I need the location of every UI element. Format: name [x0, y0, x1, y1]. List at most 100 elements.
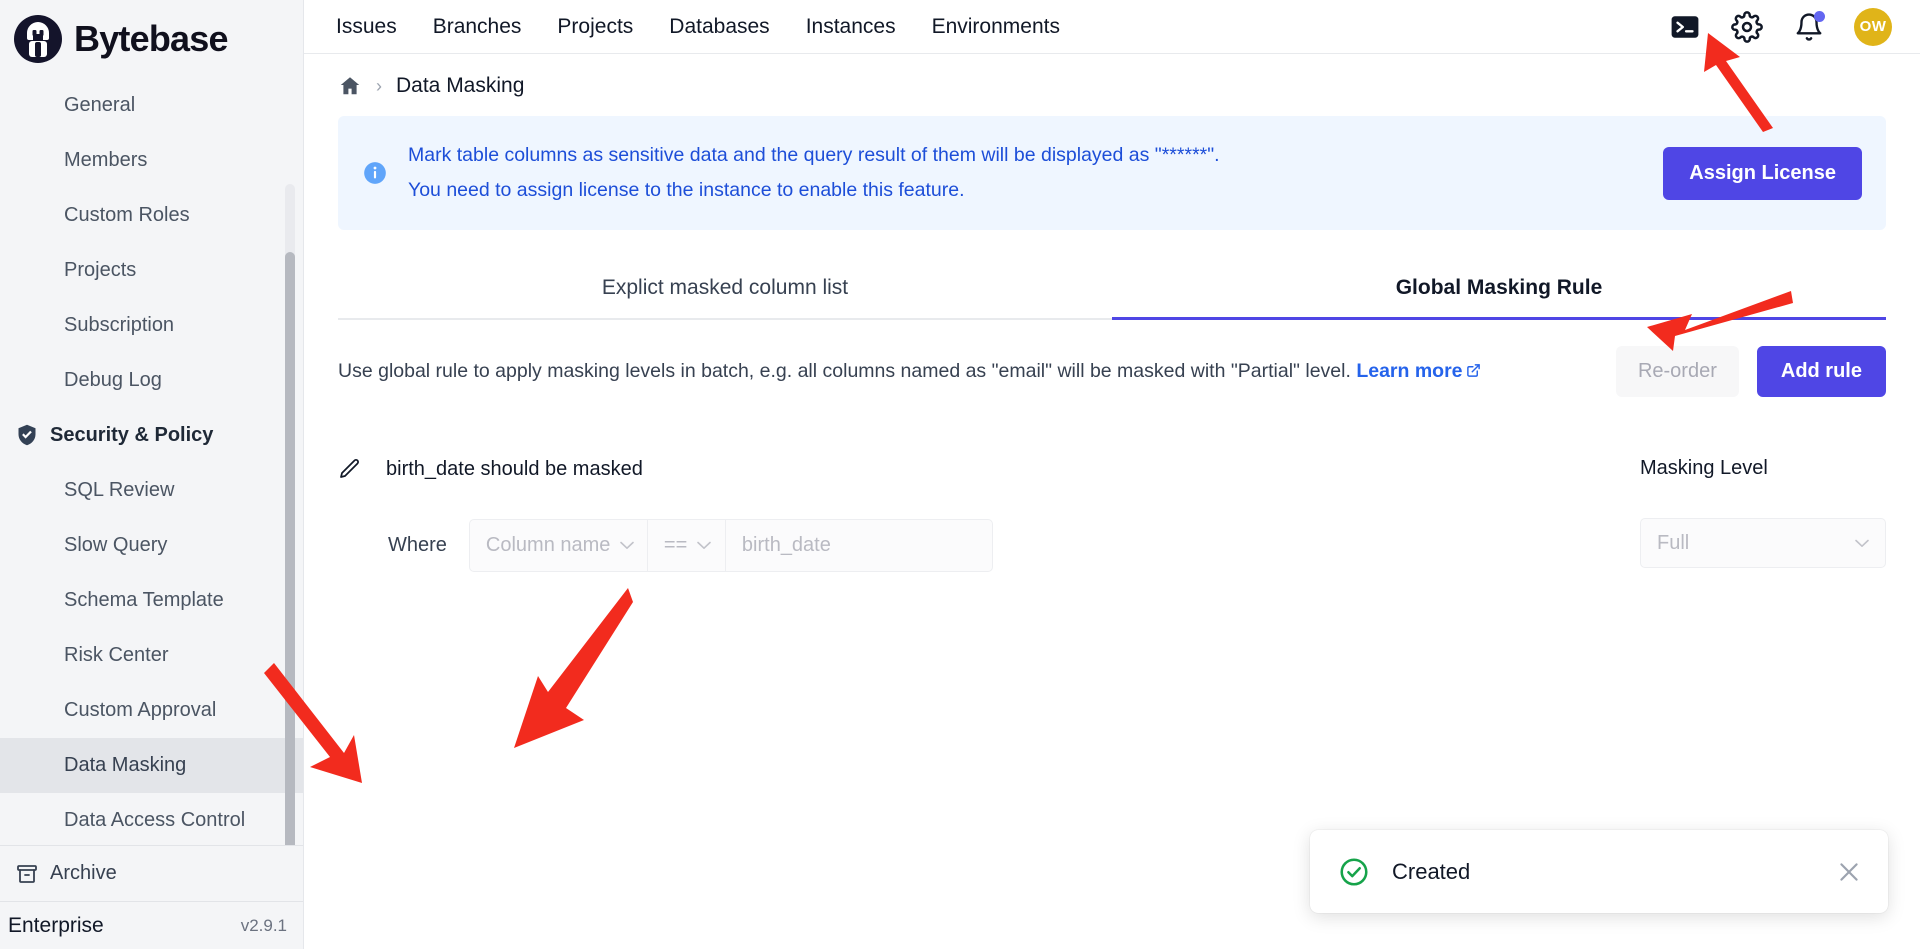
sidebar-item-label: Subscription [64, 314, 174, 337]
column-name-select[interactable]: Column name [470, 520, 648, 571]
value-input[interactable]: birth_date [726, 520, 992, 571]
sidebar-item-label: Custom Approval [64, 699, 216, 722]
banner-line-2: You need to assign license to the instan… [408, 173, 1663, 208]
main-area: IssuesBranchesProjectsDatabasesInstances… [304, 0, 1920, 949]
sidebar-item-slow-query[interactable]: Slow Query [0, 518, 303, 573]
breadcrumb: › Data Masking [304, 54, 1920, 116]
topnav-environments[interactable]: Environments [914, 15, 1078, 39]
sidebar-item-debug-log[interactable]: Debug Log [0, 353, 303, 408]
sidebar-footer: Enterprise v2.9.1 [0, 901, 303, 949]
masking-level-section: Masking Level Full [1640, 457, 1886, 572]
tab-bar: Explict masked column listGlobal Masking… [338, 260, 1886, 320]
description-text: Use global rule to apply masking levels … [338, 360, 1351, 382]
license-info-banner: Mark table columns as sensitive data and… [338, 116, 1886, 230]
tab-explict-masked-column-list[interactable]: Explict masked column list [338, 260, 1112, 318]
add-rule-button[interactable]: Add rule [1757, 346, 1886, 397]
sidebar-item-custom-roles[interactable]: Custom Roles [0, 188, 303, 243]
gear-icon[interactable] [1730, 10, 1764, 44]
sidebar-nav: General Members Custom Roles Projects Subscr… [0, 72, 303, 845]
sidebar-item-label: Security & Policy [50, 424, 213, 447]
sidebar-item-label: Data Masking [64, 754, 186, 777]
column-name-value: Column name [486, 534, 611, 557]
sidebar-item-risk-center[interactable]: Risk Center [0, 628, 303, 683]
learn-more-link[interactable]: Learn more [1356, 360, 1480, 382]
sidebar-item-label: Data Access Control [64, 809, 245, 832]
toast-notification: Created [1310, 830, 1888, 913]
sidebar-item-label: Slow Query [64, 534, 167, 557]
shield-check-icon [14, 422, 40, 448]
top-actions: OW [1668, 8, 1898, 46]
masking-level-select[interactable]: Full [1640, 518, 1886, 568]
global-rule-description: Use global rule to apply masking levels … [338, 360, 1600, 383]
masking-level-value: Full [1657, 532, 1689, 555]
sidebar-archive-label: Archive [50, 862, 117, 885]
close-icon[interactable] [1836, 859, 1862, 885]
check-circle-icon [1338, 856, 1370, 888]
sidebar-item-label: Debug Log [64, 369, 162, 392]
operator-select[interactable]: == [648, 520, 726, 571]
page-content: Mark table columns as sensitive data and… [304, 116, 1920, 949]
assign-license-button[interactable]: Assign License [1663, 147, 1862, 200]
sidebar-item-projects[interactable]: Projects [0, 243, 303, 298]
top-navbar: IssuesBranchesProjectsDatabasesInstances… [304, 0, 1920, 54]
banner-text: Mark table columns as sensitive data and… [408, 138, 1663, 208]
brand-name: Bytebase [74, 21, 228, 57]
rule-condition-row: Where Column name == birth_dat [338, 519, 1610, 572]
notification-badge-dot [1814, 11, 1825, 22]
where-label: Where [388, 534, 447, 557]
breadcrumb-separator: › [376, 76, 382, 97]
external-link-icon [1466, 363, 1481, 378]
condition-group: Column name == birth_date [469, 519, 993, 572]
topnav-branches[interactable]: Branches [415, 15, 540, 39]
page-title: Data Masking [396, 74, 524, 98]
sidebar-item-label: General [64, 94, 135, 117]
masking-rule-card: birth_date should be masked Where Column… [338, 457, 1886, 572]
sidebar-item-label: Projects [64, 259, 136, 282]
rule-left: birth_date should be masked Where Column… [338, 457, 1610, 572]
archive-box-icon [14, 861, 40, 887]
sidebar-item-label: Members [64, 149, 147, 172]
sidebar-item-security-policy[interactable]: Security & Policy [0, 408, 303, 463]
chevron-down-icon [697, 541, 711, 550]
tab-global-masking-rule[interactable]: Global Masking Rule [1112, 260, 1886, 318]
banner-line-1: Mark table columns as sensitive data and… [408, 138, 1663, 173]
avatar[interactable]: OW [1854, 8, 1892, 46]
sidebar-item-general[interactable]: General [0, 78, 303, 133]
chevron-down-icon [1855, 539, 1869, 548]
rule-title: birth_date should be masked [386, 458, 643, 481]
learn-more-label: Learn more [1356, 360, 1462, 382]
masking-level-label: Masking Level [1640, 457, 1886, 480]
value-input-text: birth_date [742, 534, 831, 557]
sidebar-item-sql-review[interactable]: SQL Review [0, 463, 303, 518]
sidebar-item-schema-template[interactable]: Schema Template [0, 573, 303, 628]
sidebar-item-label: SQL Review [64, 479, 174, 502]
operator-value: == [664, 534, 687, 557]
brand[interactable]: Bytebase [0, 0, 303, 72]
global-rule-toolbar: Use global rule to apply masking levels … [338, 346, 1886, 397]
sidebar-item-label: Custom Roles [64, 204, 190, 227]
sidebar: Bytebase General Members Custom Roles Proje… [0, 0, 304, 949]
topnav-projects[interactable]: Projects [539, 15, 651, 39]
toast-message: Created [1392, 859, 1836, 885]
reorder-button[interactable]: Re-order [1616, 346, 1739, 397]
bytebase-logo-icon [14, 15, 62, 63]
plan-label: Enterprise [8, 914, 104, 938]
bell-icon[interactable] [1792, 10, 1826, 44]
chevron-down-icon [620, 541, 634, 550]
sidebar-item-data-access-control[interactable]: Data Access Control [0, 793, 303, 845]
topnav-databases[interactable]: Databases [651, 15, 787, 39]
sidebar-item-label: Schema Template [64, 589, 224, 612]
sidebar-item-archive[interactable]: Archive [0, 846, 303, 901]
sidebar-item-members[interactable]: Members [0, 133, 303, 188]
terminal-icon[interactable] [1668, 10, 1702, 44]
topnav-instances[interactable]: Instances [788, 15, 914, 39]
sidebar-item-subscription[interactable]: Subscription [0, 298, 303, 353]
sidebar-item-data-masking[interactable]: Data Masking [0, 738, 303, 793]
sidebar-scrollbar-thumb[interactable] [285, 252, 295, 845]
top-nav-links: IssuesBranchesProjectsDatabasesInstances… [304, 15, 1078, 39]
sidebar-item-custom-approval[interactable]: Custom Approval [0, 683, 303, 738]
topnav-issues[interactable]: Issues [318, 15, 415, 39]
pencil-icon[interactable] [338, 457, 362, 481]
home-icon[interactable] [338, 74, 362, 98]
sidebar-item-label: Risk Center [64, 644, 168, 667]
